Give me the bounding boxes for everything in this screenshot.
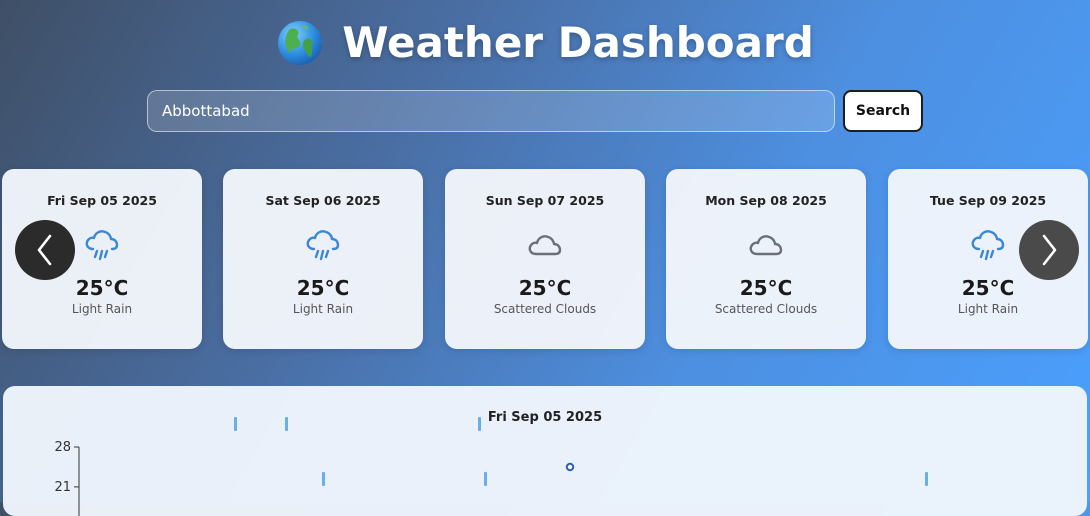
rain-icon — [971, 230, 1005, 261]
carousel-prev-button[interactable] — [15, 220, 75, 280]
chart-marker — [285, 417, 288, 431]
cloud-icon — [749, 235, 783, 256]
forecast-temp: 25°C — [518, 276, 572, 300]
chart-marker — [925, 472, 928, 486]
forecast-desc: Light Rain — [292, 302, 354, 316]
forecast-date: Sun Sep 07 2025 — [485, 193, 605, 208]
forecast-date: Fri Sep 05 2025 — [47, 193, 157, 208]
chart-marker — [478, 417, 481, 431]
forecast-card[interactable]: Mon Sep 08 2025 25°C Scattered Clouds — [666, 169, 866, 349]
forecast-carousel: Fri Sep 05 2025 25°C Light Rain Sat Sep … — [2, 169, 1090, 351]
forecast-temp: 25°C — [296, 276, 350, 300]
chart-marker — [322, 472, 325, 486]
chart-point[interactable] — [565, 462, 575, 472]
cloud-icon — [528, 235, 562, 256]
header: Weather Dashboard — [0, 18, 1090, 71]
forecast-card[interactable]: Sat Sep 06 2025 25°C Light Rain — [223, 169, 423, 349]
carousel-next-button[interactable] — [1019, 220, 1079, 280]
forecast-temp: 25°C — [75, 276, 129, 300]
y-tick-label: 28 — [54, 440, 71, 455]
search-bar: Search — [147, 90, 923, 132]
forecast-card[interactable]: Sun Sep 07 2025 25°C Scattered Clouds — [445, 169, 645, 349]
forecast-desc: Light Rain — [957, 302, 1019, 316]
forecast-desc: Scattered Clouds — [714, 302, 818, 316]
chevron-right-icon — [1042, 234, 1057, 266]
forecast-date: Sat Sep 06 2025 — [265, 193, 381, 208]
forecast-temp: 25°C — [739, 276, 793, 300]
app-title: Weather Dashboard — [276, 18, 814, 67]
forecast-temp: 25°C — [961, 276, 1015, 300]
y-tick-label: 21 — [54, 480, 71, 495]
forecast-date: Mon Sep 08 2025 — [705, 193, 827, 208]
forecast-date: Tue Sep 09 2025 — [929, 193, 1047, 208]
chart-marker — [234, 417, 237, 431]
forecast-desc: Light Rain — [71, 302, 133, 316]
globe-icon — [278, 20, 323, 65]
temperature-chart: 28 21 — [54, 417, 928, 516]
rain-icon — [306, 230, 340, 261]
chart-panel: Fri Sep 05 2025 28 21 — [3, 386, 1087, 516]
page-title: Weather Dashboard — [342, 18, 814, 67]
rain-icon — [85, 230, 119, 261]
search-input[interactable] — [147, 90, 835, 132]
forecast-desc: Scattered Clouds — [493, 302, 597, 316]
chevron-left-icon — [37, 234, 52, 266]
search-button[interactable]: Search — [843, 90, 923, 132]
chart-marker — [484, 472, 487, 486]
